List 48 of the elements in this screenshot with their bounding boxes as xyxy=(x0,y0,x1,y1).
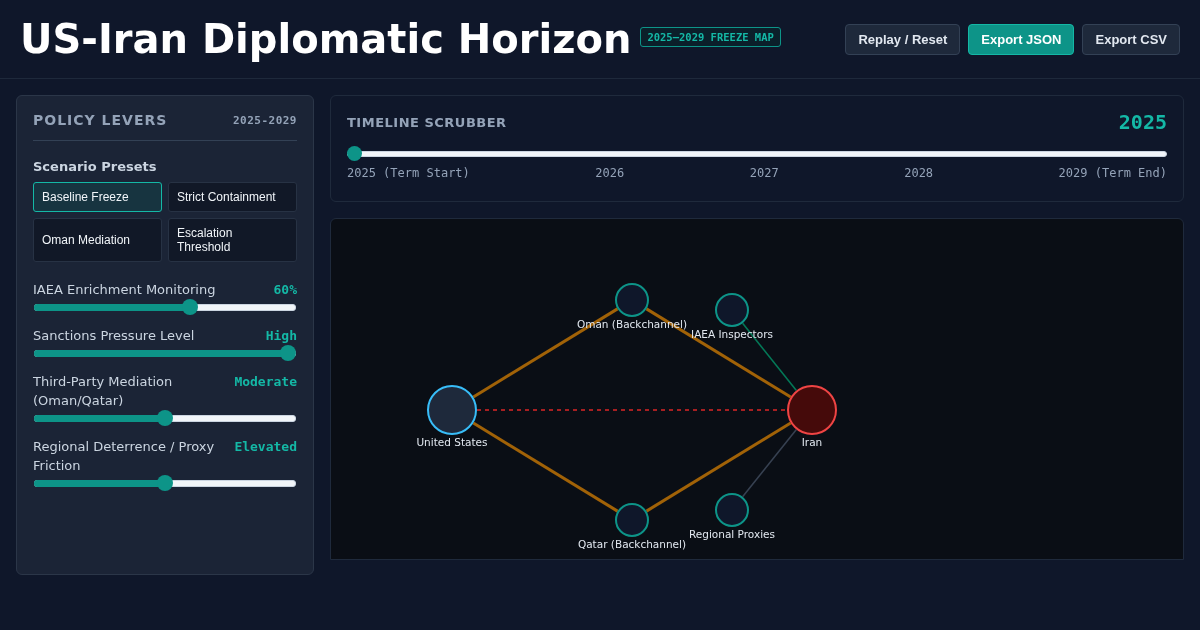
network-node[interactable] xyxy=(715,293,749,327)
range-badge: 2025–2029 FREEZE MAP xyxy=(640,27,781,47)
panel-title: POLICY LEVERS xyxy=(33,112,168,128)
slider-label: Third-Party Mediation (Oman/Qatar) xyxy=(33,373,174,410)
slider-thumb[interactable] xyxy=(280,345,296,361)
slider-value: High xyxy=(265,327,297,345)
slider-value: Moderate xyxy=(234,373,297,391)
toolbar-button[interactable]: Export CSV xyxy=(1082,23,1180,55)
slider-track[interactable] xyxy=(34,299,296,315)
network-node[interactable] xyxy=(715,493,749,527)
slider-track[interactable] xyxy=(34,345,296,361)
network-node[interactable] xyxy=(615,283,649,317)
slider-value: 60% xyxy=(273,281,297,299)
preset-button[interactable]: Escalation Threshold xyxy=(168,218,297,262)
slider-label: Regional Deterrence / Proxy Friction xyxy=(33,438,216,475)
node-label: IAEA Inspectors xyxy=(691,328,773,340)
section-title: Scenario Presets xyxy=(33,159,158,174)
slider-track[interactable] xyxy=(34,475,296,491)
network-node[interactable] xyxy=(427,385,477,435)
network-node[interactable] xyxy=(615,503,649,537)
network-node[interactable] xyxy=(787,385,837,435)
current-year: 2025 xyxy=(1118,110,1167,134)
timeline-tick: 2029 (Term End) xyxy=(1058,166,1167,180)
year-range: 2025-2029 xyxy=(232,113,297,127)
export-json-button[interactable]: Export JSON xyxy=(968,23,1075,55)
card-title: TIMELINE SCRUBBER xyxy=(347,114,507,130)
toolbar-button[interactable]: Replay / Reset xyxy=(845,23,961,55)
timeline-tick: 2026 xyxy=(595,166,625,180)
timeline-tick: 2027 xyxy=(749,166,779,180)
node-label: Qatar (Backchannel) xyxy=(577,538,687,550)
node-label: Iran xyxy=(801,436,823,448)
preset-button[interactable]: Baseline Freeze xyxy=(33,182,162,212)
timeline-tick: 2025 (Term Start) xyxy=(347,166,470,180)
slider-thumb[interactable] xyxy=(157,410,173,426)
preset-button[interactable]: Strict Containment xyxy=(168,182,297,212)
app-title: US-Iran Diplomatic Horizon xyxy=(20,16,632,62)
preset-button[interactable]: Oman Mediation xyxy=(33,218,162,262)
slider-thumb[interactable] xyxy=(157,475,173,491)
node-label: United States xyxy=(416,436,488,448)
slider-value: Elevated xyxy=(234,438,297,456)
timeline-track[interactable] xyxy=(347,146,1167,161)
slider-thumb[interactable] xyxy=(181,299,198,315)
slider-label: Sanctions Pressure Level xyxy=(33,327,195,345)
timeline-tick: 2028 xyxy=(904,166,934,180)
slider-track[interactable] xyxy=(34,410,296,426)
slider-label: IAEA Enrichment Monitoring xyxy=(33,281,216,299)
timeline-thumb[interactable] xyxy=(347,146,362,161)
node-label: Regional Proxies xyxy=(689,528,775,540)
